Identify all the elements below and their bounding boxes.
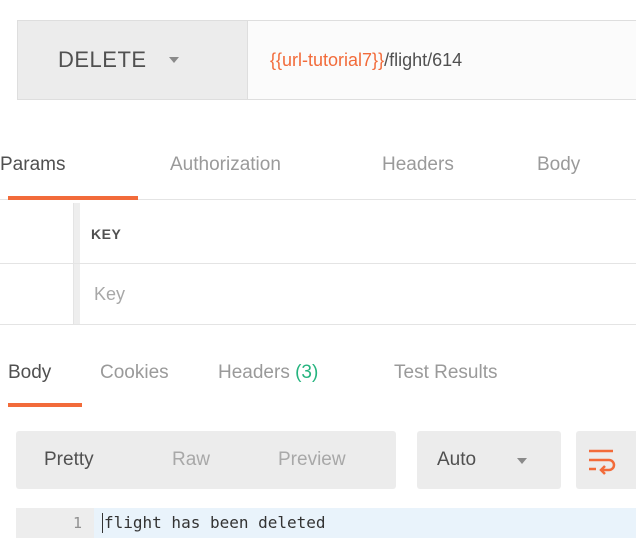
column-divider	[74, 203, 80, 263]
response-tab-headers-label: Headers	[218, 362, 290, 383]
params-row-checkbox[interactable]	[8, 264, 74, 324]
active-tab-indicator	[8, 196, 138, 200]
code-line: flight has been deleted	[94, 508, 636, 538]
caret-down-icon	[517, 458, 527, 464]
wrap-lines-button[interactable]	[576, 431, 636, 489]
url-path: /flight/614	[384, 49, 463, 70]
params-table: KEY Key	[0, 203, 636, 325]
method-label: DELETE	[58, 47, 147, 72]
text-cursor	[102, 513, 103, 533]
view-preview-button[interactable]: Preview	[278, 449, 346, 471]
params-header-row: KEY	[0, 203, 636, 264]
request-tabs: Params Authorization Headers Body	[0, 140, 636, 200]
request-bar: DELETE {{url-tutorial7}}/flight/614	[17, 20, 636, 100]
response-tabs: Body Cookies Headers (3) Test Results	[0, 345, 636, 407]
url-input[interactable]: {{url-tutorial7}}/flight/614	[247, 20, 636, 100]
params-row: Key	[0, 264, 636, 325]
view-raw-button[interactable]: Raw	[172, 449, 210, 471]
method-select[interactable]: DELETE	[17, 20, 247, 100]
column-divider	[74, 264, 80, 324]
line-number: 1	[72, 514, 82, 532]
wrap-lines-icon	[589, 449, 616, 475]
url-variable: {{url-tutorial7}}	[270, 49, 385, 70]
view-mode-group: Pretty Raw Preview	[16, 431, 396, 489]
response-tab-body[interactable]: Body	[8, 362, 51, 384]
view-pretty-button[interactable]: Pretty	[44, 449, 94, 471]
param-key-input[interactable]: Key	[94, 284, 125, 305]
tab-body[interactable]: Body	[537, 154, 580, 176]
active-response-tab-indicator	[8, 403, 82, 407]
response-tab-test-results[interactable]: Test Results	[394, 362, 497, 384]
response-toolbar: Pretty Raw Preview Auto	[16, 431, 636, 489]
line-gutter: 1	[16, 508, 94, 538]
format-select[interactable]: Auto	[417, 431, 561, 489]
params-checkbox-column	[8, 203, 74, 263]
response-tab-headers[interactable]: Headers (3)	[218, 362, 318, 384]
response-body[interactable]: 1 flight has been deleted	[16, 508, 636, 538]
tab-authorization[interactable]: Authorization	[170, 154, 281, 176]
response-tab-cookies[interactable]: Cookies	[100, 362, 169, 384]
caret-down-icon	[168, 57, 179, 63]
tab-params[interactable]: Params	[0, 154, 65, 176]
tab-headers[interactable]: Headers	[382, 154, 454, 176]
headers-count-badge: (3)	[295, 362, 319, 383]
params-key-header: KEY	[91, 226, 122, 242]
format-label: Auto	[437, 449, 477, 470]
response-text: flight has been deleted	[104, 513, 326, 532]
